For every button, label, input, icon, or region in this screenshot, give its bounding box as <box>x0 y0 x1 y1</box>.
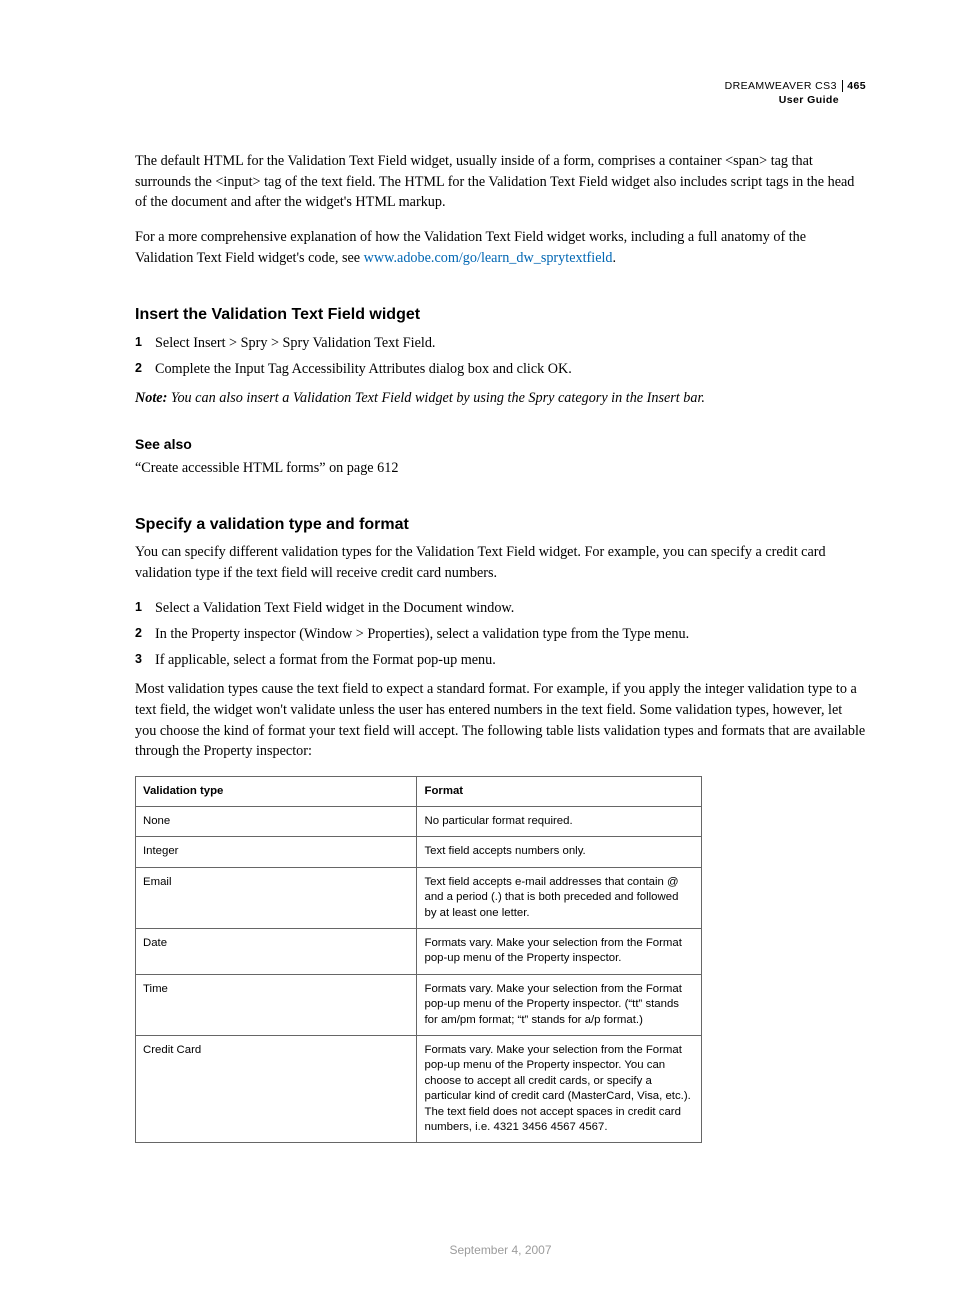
step-number: 1 <box>135 597 155 619</box>
table-row: Integer Text field accepts numbers only. <box>136 837 702 867</box>
see-also-heading: See also <box>135 436 866 452</box>
intro-paragraph-1: The default HTML for the Validation Text… <box>135 151 866 213</box>
specify-steps: 1 Select a Validation Text Field widget … <box>135 597 866 671</box>
intro-paragraph-2: For a more comprehensive explanation of … <box>135 227 866 268</box>
header-subtitle: User Guide <box>135 94 866 108</box>
page-content: DREAMWEAVER CS3 465 User Guide The defau… <box>0 0 954 1297</box>
table-row: Credit Card Formats vary. Make your sele… <box>136 1036 702 1143</box>
step-number: 1 <box>135 332 155 354</box>
table-row: Email Text field accepts e-mail addresse… <box>136 867 702 928</box>
page-number: 465 <box>842 80 866 92</box>
cell-format: Text field accepts e-mail addresses that… <box>417 867 702 928</box>
table-row: Date Formats vary. Make your selection f… <box>136 929 702 975</box>
list-item: 2 In the Property inspector (Window > Pr… <box>135 623 866 645</box>
intro-p2-text-b: . <box>613 250 617 266</box>
cell-type: Date <box>136 929 417 975</box>
list-item: 1 Select a Validation Text Field widget … <box>135 597 866 619</box>
list-item: 1 Select Insert > Spry > Spry Validation… <box>135 332 866 354</box>
step-number: 3 <box>135 649 155 671</box>
step-text: Select Insert > Spry > Spry Validation T… <box>155 332 866 354</box>
section-heading-specify: Specify a validation type and format <box>135 516 866 534</box>
step-number: 2 <box>135 623 155 645</box>
spry-textfield-link[interactable]: www.adobe.com/go/learn_dw_sprytextfield <box>364 250 613 266</box>
note: Note: You can also insert a Validation T… <box>135 388 866 409</box>
table-row: None No particular format required. <box>136 807 702 837</box>
specify-intro: You can specify different validation typ… <box>135 542 866 583</box>
validation-table: Validation type Format None No particula… <box>135 776 702 1144</box>
specify-after: Most validation types cause the text fie… <box>135 679 866 761</box>
footer-date: September 4, 2007 <box>135 1243 866 1257</box>
step-text: Complete the Input Tag Accessibility Att… <box>155 358 866 380</box>
cell-type: None <box>136 807 417 837</box>
table-row: Time Formats vary. Make your selection f… <box>136 974 702 1035</box>
see-also-entry: “Create accessible HTML forms” on page 6… <box>135 458 866 479</box>
list-item: 3 If applicable, select a format from th… <box>135 649 866 671</box>
step-text: Select a Validation Text Field widget in… <box>155 597 866 619</box>
cell-format: Formats vary. Make your selection from t… <box>417 1036 702 1143</box>
cell-type: Email <box>136 867 417 928</box>
cell-format: Text field accepts numbers only. <box>417 837 702 867</box>
cell-format: Formats vary. Make your selection from t… <box>417 929 702 975</box>
section-heading-insert: Insert the Validation Text Field widget <box>135 306 866 324</box>
cell-type: Time <box>136 974 417 1035</box>
list-item: 2 Complete the Input Tag Accessibility A… <box>135 358 866 380</box>
cell-format: Formats vary. Make your selection from t… <box>417 974 702 1035</box>
step-text: In the Property inspector (Window > Prop… <box>155 623 866 645</box>
running-header: DREAMWEAVER CS3 465 User Guide <box>135 80 866 107</box>
note-label: Note: <box>135 390 167 406</box>
insert-steps: 1 Select Insert > Spry > Spry Validation… <box>135 332 866 380</box>
cell-format: No particular format required. <box>417 807 702 837</box>
cell-type: Integer <box>136 837 417 867</box>
note-text: You can also insert a Validation Text Fi… <box>167 390 705 406</box>
step-number: 2 <box>135 358 155 380</box>
header-product: DREAMWEAVER CS3 <box>725 80 837 94</box>
table-header-type: Validation type <box>136 776 417 806</box>
step-text: If applicable, select a format from the … <box>155 649 866 671</box>
cell-type: Credit Card <box>136 1036 417 1143</box>
table-header-format: Format <box>417 776 702 806</box>
